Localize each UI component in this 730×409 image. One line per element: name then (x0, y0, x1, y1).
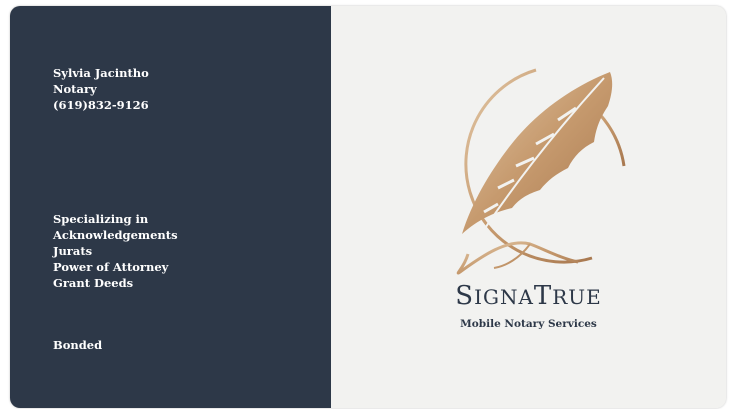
brand-name-part: IGNA (474, 285, 534, 309)
contact-name: Sylvia Jacintho (53, 66, 149, 80)
business-card: Sylvia Jacintho Notary (619)832-9126 Spe… (10, 6, 726, 408)
brand-name-letter: S (455, 281, 475, 311)
contact-phone: (619)832-9126 (53, 98, 149, 112)
contact-panel: Sylvia Jacintho Notary (619)832-9126 Spe… (10, 6, 331, 408)
quill-feather-icon (456, 68, 626, 275)
contact-info: Sylvia Jacintho Notary (619)832-9126 (53, 65, 149, 113)
services-heading: Specializing in (53, 212, 149, 226)
brand-tagline: Mobile Notary Services (460, 318, 597, 330)
service-item: Jurats (53, 244, 93, 258)
brand-name-part: RUE (552, 285, 602, 309)
service-item: Power of Attorney (53, 260, 169, 274)
service-item: Acknowledgements (53, 228, 178, 242)
bonded-label: Bonded (53, 338, 103, 352)
services-list: Specializing in Acknowledgements Jurats … (53, 211, 178, 291)
service-item: Grant Deeds (53, 276, 134, 290)
brand-name-letter: T (533, 281, 553, 311)
brand-panel: SIGNATRUE Mobile Notary Services (331, 6, 726, 408)
contact-title: Notary (53, 82, 97, 96)
brand-name: SIGNATRUE (331, 281, 726, 312)
